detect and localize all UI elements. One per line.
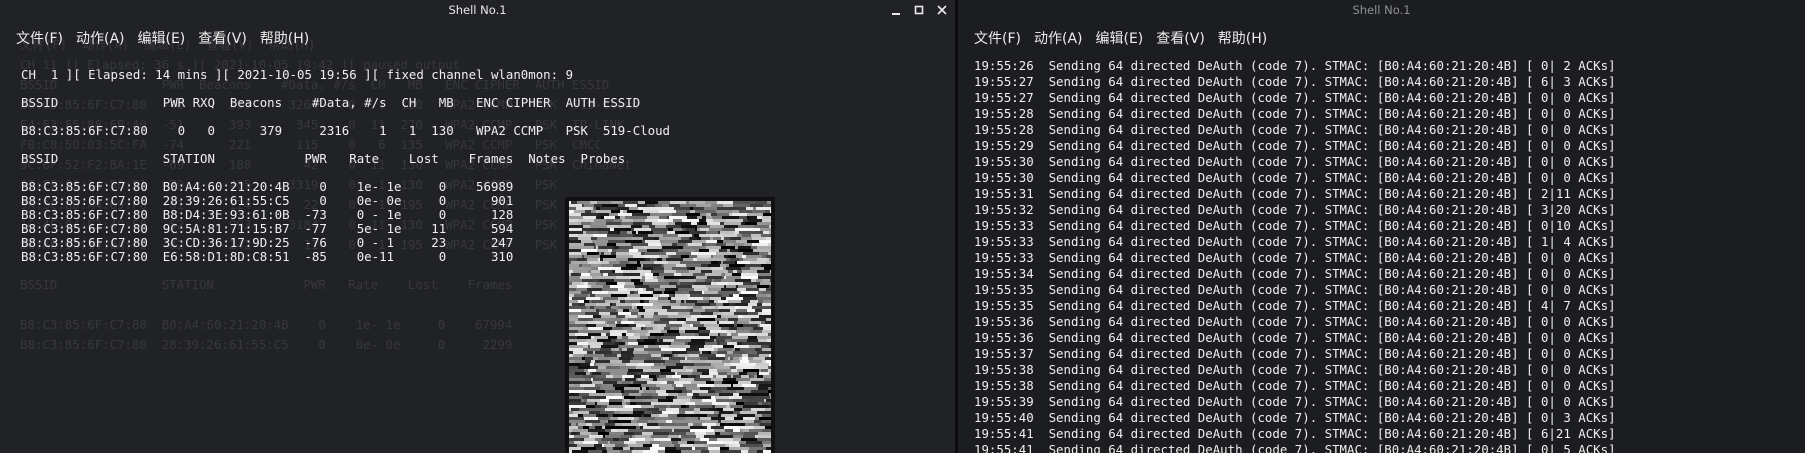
deauth-line: 19:55:32 Sending 64 directed DeAuth (cod… [974, 202, 1616, 217]
ghost-line: BSSID STATION PWR Rate Lost Frames [20, 277, 513, 292]
right-menu-item-0[interactable]: 文件(F) [967, 28, 1027, 48]
deauth-line: 19:55:30 Sending 64 directed DeAuth (cod… [974, 154, 1616, 169]
status-line: CH 1 ][ Elapsed: 14 mins ][ 2021-10-05 1… [21, 67, 574, 82]
left-menu-item-1[interactable]: 动作(A) [69, 28, 131, 48]
deauth-line: 19:55:33 Sending 64 directed DeAuth (cod… [974, 250, 1616, 265]
left-menu-item-2[interactable]: 编辑(E) [131, 28, 192, 48]
ghost-line: B8:C3:85:6F:C7:80 28:39:26:61:55:C5 0 0e… [20, 337, 513, 352]
left-terminal-output[interactable]: 文件(F) 动作(A) 编辑(E) 查看(V) 帮助(H) CH 11 ][ El… [0, 38, 955, 453]
left-window-title: Shell No.1 [448, 3, 507, 17]
deauth-line: 19:55:28 Sending 64 directed DeAuth (cod… [974, 122, 1616, 137]
ap-table-header: BSSID PWR RXQ Beacons #Data, #/s CH MB E… [21, 95, 641, 110]
deauth-line: 19:55:34 Sending 64 directed DeAuth (cod… [974, 266, 1616, 281]
left-menu-item-3[interactable]: 查看(V) [191, 28, 253, 48]
deauth-line: 19:55:30 Sending 64 directed DeAuth (cod… [974, 170, 1616, 185]
right-menubar: 文件(F) 动作(A) 编辑(E) 查看(V) 帮助(H) [958, 20, 1805, 56]
deauth-line: 19:55:40 Sending 64 directed DeAuth (cod… [974, 410, 1616, 425]
deauth-line: 19:55:36 Sending 64 directed DeAuth (cod… [974, 314, 1616, 329]
deauth-line: 19:55:35 Sending 64 directed DeAuth (cod… [974, 298, 1616, 313]
right-menu-item-1[interactable]: 动作(A) [1027, 28, 1089, 48]
minimize-icon[interactable] [888, 3, 903, 18]
deauth-line: 19:55:35 Sending 64 directed DeAuth (cod… [974, 282, 1616, 297]
station-row: B8:C3:85:6F:C7:80 B8:D4:3E:93:61:0B -73 … [21, 207, 514, 222]
station-row: B8:C3:85:6F:C7:80 B0:A4:60:21:20:4B 0 1e… [21, 179, 514, 194]
right-menu-item-4[interactable]: 帮助(H) [1211, 28, 1273, 48]
ghost-line: B8:C3:85:6F:C7:80 B0:A4:60:21:20:4B 0 1e… [20, 317, 513, 332]
station-row: B8:C3:85:6F:C7:80 9C:5A:81:71:15:B7 -77 … [21, 221, 514, 236]
left-menubar: 文件(F) 动作(A) 编辑(E) 查看(V) 帮助(H) [0, 20, 955, 56]
deauth-line: 19:55:39 Sending 64 directed DeAuth (cod… [974, 394, 1616, 409]
deauth-line: 19:55:31 Sending 64 directed DeAuth (cod… [974, 186, 1616, 201]
left-titlebar[interactable]: Shell No.1 [0, 0, 955, 20]
ap-row: B8:C3:85:6F:C7:80 0 0 379 2316 1 1 130 W… [21, 123, 671, 138]
deauth-line: 19:55:38 Sending 64 directed DeAuth (cod… [974, 362, 1616, 377]
noise-image [565, 197, 775, 453]
deauth-line: 19:55:38 Sending 64 directed DeAuth (cod… [974, 378, 1616, 393]
close-icon[interactable] [934, 3, 949, 18]
right-titlebar[interactable]: Shell No.1 [958, 0, 1805, 20]
left-menu-item-0[interactable]: 文件(F) [9, 28, 69, 48]
right-window-title: Shell No.1 [1352, 3, 1411, 17]
window-controls [888, 0, 949, 20]
deauth-output[interactable]: 19:55:26 Sending 64 directed DeAuth (cod… [974, 58, 1805, 453]
deauth-line: 19:55:29 Sending 64 directed DeAuth (cod… [974, 138, 1616, 153]
deauth-line: 19:55:27 Sending 64 directed DeAuth (cod… [974, 90, 1616, 105]
right-menu-item-3[interactable]: 查看(V) [1149, 28, 1211, 48]
left-menu-item-4[interactable]: 帮助(H) [253, 28, 315, 48]
deauth-line: 19:55:28 Sending 64 directed DeAuth (cod… [974, 106, 1616, 121]
station-table-header: BSSID STATION PWR Rate Lost Frames Notes… [21, 151, 626, 166]
deauth-line: 19:55:27 Sending 64 directed DeAuth (cod… [974, 74, 1616, 89]
station-row: B8:C3:85:6F:C7:80 E6:58:D1:8D:C8:51 -85 … [21, 249, 514, 264]
deauth-line: 19:55:41 Sending 64 directed DeAuth (cod… [974, 426, 1616, 441]
deauth-line: 19:55:33 Sending 64 directed DeAuth (cod… [974, 218, 1616, 233]
deauth-line: 19:55:37 Sending 64 directed DeAuth (cod… [974, 346, 1616, 361]
ghost-line: F0:C8:50:03:5C:FA -74 221 115 0 6 135 WP… [20, 137, 602, 152]
deauth-line: 19:55:33 Sending 64 directed DeAuth (cod… [974, 234, 1616, 249]
deauth-line: 19:55:26 Sending 64 directed DeAuth (cod… [974, 58, 1616, 73]
station-row: B8:C3:85:6F:C7:80 28:39:26:61:55:C5 0 0e… [21, 193, 514, 208]
right-menu-item-2[interactable]: 编辑(E) [1089, 28, 1150, 48]
deauth-line: 19:55:41 Sending 64 directed DeAuth (cod… [974, 442, 1616, 453]
deauth-line: 19:55:36 Sending 64 directed DeAuth (cod… [974, 330, 1616, 345]
maximize-icon[interactable] [911, 3, 926, 18]
station-row: B8:C3:85:6F:C7:80 3C:CD:36:17:9D:25 -76 … [21, 235, 514, 250]
left-terminal-window[interactable]: Shell No.1 文件(F) 动作(A) 编辑(E) 查看(V) 帮助(H) 文件(… [0, 0, 955, 453]
right-terminal-window[interactable]: Shell No.1 文件(F) 动作(A) 编辑(E) 查看(V) 帮助(H) 19:… [958, 0, 1805, 453]
